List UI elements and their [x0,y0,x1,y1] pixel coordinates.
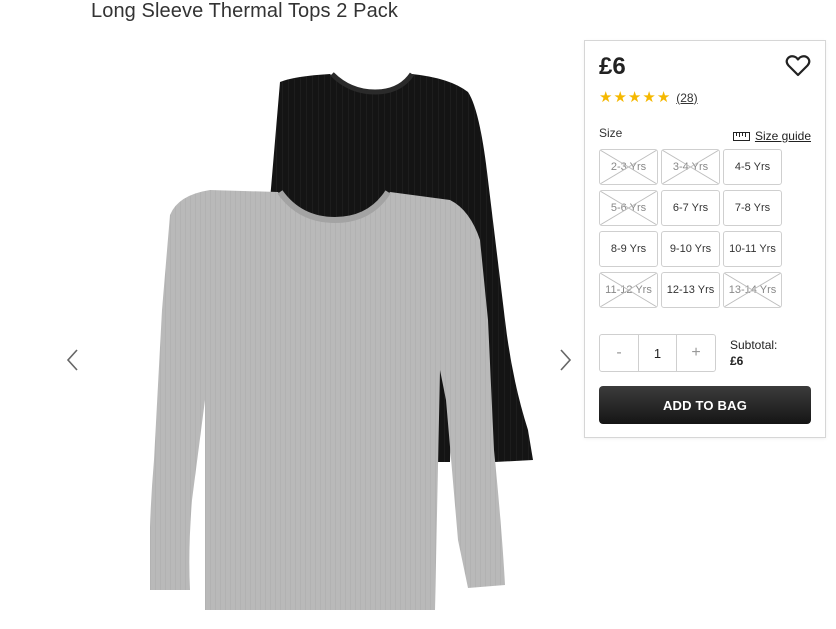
product-gallery [60,40,590,629]
size-option-label: 7-8 Yrs [734,202,771,214]
quantity-increase-button[interactable]: + [677,335,715,371]
grey-top [150,190,505,610]
size-option[interactable]: 13-14 Yrs [723,272,782,308]
unavailable-cross-icon [600,150,657,184]
product-price: £6 [599,53,626,80]
size-option[interactable]: 3-4 Yrs [661,149,720,185]
quantity-decrease-button[interactable]: - [600,335,638,371]
quantity-input[interactable]: 1 [638,335,677,371]
size-option-label: 12-13 Yrs [666,284,715,296]
size-option-label: 10-11 Yrs [729,243,776,255]
size-option-label: 6-7 Yrs [672,202,709,214]
star-icon: ★ [599,89,613,106]
product-rating: ★ ★ ★ ★ ★ (28) [599,90,698,105]
unavailable-cross-icon [724,273,781,307]
star-icon: ★ [627,89,642,106]
unavailable-cross-icon [600,191,657,225]
size-option[interactable]: 8-9 Yrs [599,231,658,267]
size-option-label: 9-10 Yrs [669,243,712,255]
size-label: Size [599,126,623,140]
purchase-panel: £6 ★ ★ ★ ★ ★ (28) Size Size guide 2-3 Yr… [584,40,826,438]
size-guide-link[interactable]: Size guide [732,129,811,143]
subtotal-label: Subtotal: [730,338,778,352]
product-title: Long Sleeve Thermal Tops 2 Pack [91,0,398,22]
review-count-link[interactable]: (28) [676,91,697,105]
star-icon: ★ [642,89,656,106]
size-option[interactable]: 9-10 Yrs [661,231,720,267]
quantity-stepper: - 1 + [599,334,716,372]
size-option[interactable]: 4-5 Yrs [723,149,782,185]
gallery-next-button[interactable] [554,345,578,375]
size-option[interactable]: 7-8 Yrs [723,190,782,226]
gallery-prev-button[interactable] [60,345,84,375]
size-option-label: 4-5 Yrs [734,161,771,173]
subtotal: Subtotal: £6 [730,337,777,369]
unavailable-cross-icon [662,150,719,184]
subtotal-value: £6 [730,354,744,368]
heart-icon [785,55,811,77]
unavailable-cross-icon [600,273,657,307]
size-option[interactable]: 12-13 Yrs [661,272,720,308]
star-icon: ★ [656,89,671,106]
size-option-label: 8-9 Yrs [610,243,647,255]
size-option[interactable]: 11-12 Yrs [599,272,658,308]
size-option[interactable]: 6-7 Yrs [661,190,720,226]
wishlist-button[interactable] [785,54,811,78]
size-option[interactable]: 10-11 Yrs [723,231,782,267]
product-image[interactable] [150,70,570,629]
ruler-icon [732,131,750,141]
star-icon: ★ [613,89,627,106]
chevron-left-icon [66,349,78,371]
chevron-right-icon [560,349,572,371]
size-guide-label: Size guide [754,129,811,143]
add-to-bag-button[interactable]: ADD TO BAG [599,386,811,424]
size-selector: 2-3 Yrs3-4 Yrs 4-5 Yrs 5-6 Yrs 6-7 Yrs 7-8 Y… [599,149,782,308]
size-option[interactable]: 2-3 Yrs [599,149,658,185]
size-option[interactable]: 5-6 Yrs [599,190,658,226]
